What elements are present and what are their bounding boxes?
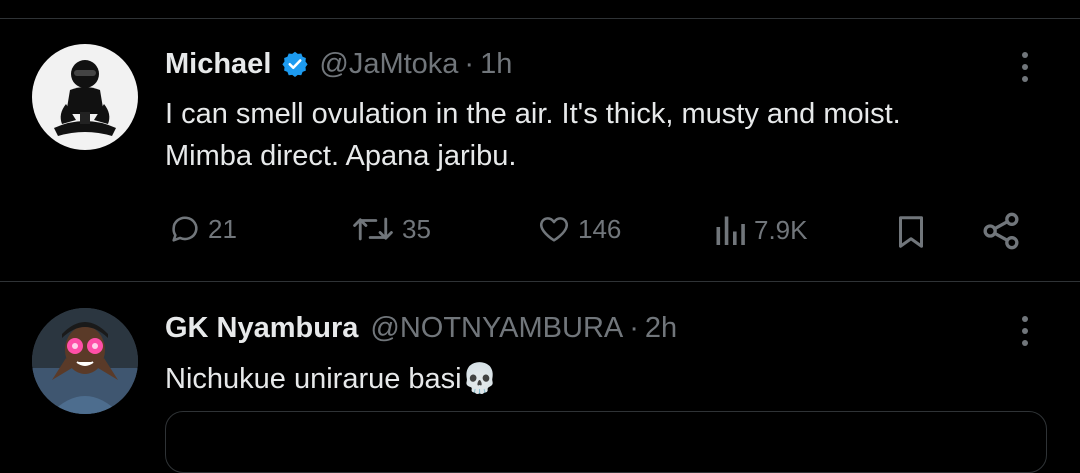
user-handle[interactable]: @NOTNYAMBURA bbox=[370, 312, 623, 345]
motorcycle-figure-image bbox=[54, 60, 116, 136]
analytics-icon bbox=[716, 216, 745, 245]
avatar[interactable] bbox=[32, 308, 138, 414]
reply-count: 21 bbox=[208, 213, 237, 244]
tweet-text-line: I can smell ovulation in the air. It's t… bbox=[165, 98, 901, 130]
view-count: 7.9K bbox=[754, 214, 808, 245]
tweet-text-line: Mimba direct. Apana jaribu. bbox=[165, 140, 517, 172]
tweet-header: GK Nyambura @NOTNYAMBURA · 2h bbox=[165, 308, 677, 348]
retweet-icon bbox=[353, 217, 393, 241]
more-options-icon[interactable] bbox=[1020, 52, 1030, 82]
timestamp[interactable]: 2h bbox=[645, 312, 677, 345]
more-options-icon[interactable] bbox=[1020, 316, 1030, 346]
timestamp[interactable]: 1h bbox=[480, 48, 512, 81]
tweet-header: Michael @JaMtoka · 1h bbox=[165, 44, 512, 84]
separator-dot: · bbox=[464, 47, 475, 80]
avatar[interactable] bbox=[32, 44, 138, 150]
retweet-button[interactable]: 35 bbox=[350, 212, 431, 246]
heart-icon bbox=[539, 217, 569, 242]
tweet-text: I can smell ovulation in the air. It's t… bbox=[165, 93, 901, 177]
separator-dot: · bbox=[629, 311, 639, 344]
share-icon bbox=[983, 212, 1019, 250]
display-name[interactable]: Michael bbox=[165, 48, 271, 81]
verified-badge-icon bbox=[281, 50, 309, 78]
share-button[interactable] bbox=[980, 211, 1022, 251]
like-button[interactable]: 146 bbox=[536, 212, 621, 246]
display-name[interactable]: GK Nyambura bbox=[165, 312, 358, 345]
like-count: 146 bbox=[578, 213, 622, 244]
retweet-count: 35 bbox=[402, 213, 431, 244]
bookmark-icon bbox=[899, 216, 923, 248]
quoted-tweet-card[interactable] bbox=[165, 411, 1047, 473]
person-with-pink-glasses-image bbox=[32, 308, 138, 414]
tweet-michael[interactable]: Michael @JaMtoka · 1h I can smell ovulat… bbox=[0, 0, 1080, 280]
bookmark-button[interactable] bbox=[893, 213, 929, 251]
reply-button[interactable]: 21 bbox=[168, 212, 237, 246]
tweet-text: Nichukue unirarue basi💀 bbox=[165, 363, 498, 395]
reply-icon bbox=[172, 216, 198, 242]
user-handle[interactable]: @JaMtoka bbox=[319, 48, 458, 81]
views-button[interactable]: 7.9K bbox=[712, 212, 808, 248]
